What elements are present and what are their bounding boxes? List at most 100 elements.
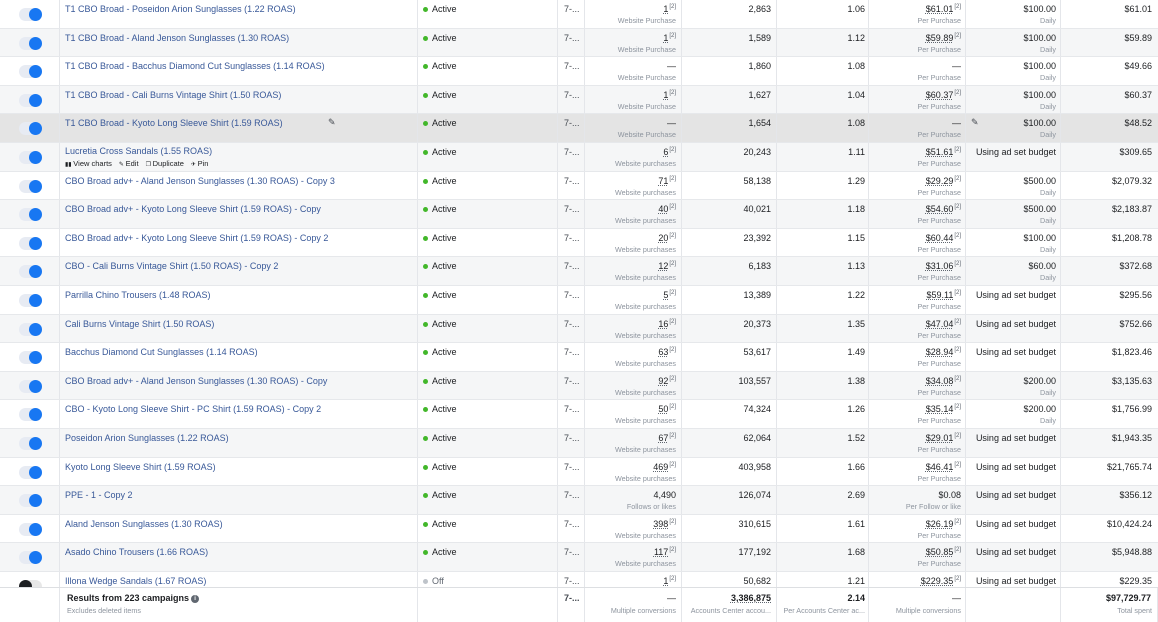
campaign-row[interactable]: CBO - Cali Burns Vintage Shirt (1.50 ROA… [0, 257, 1158, 286]
campaign-name-link[interactable]: CBO Broad adv+ - Kyoto Long Sleeve Shirt… [65, 204, 321, 214]
campaign-row[interactable]: T1 CBO Broad - Bacchus Diamond Cut Sungl… [0, 57, 1158, 86]
cost-value[interactable]: $60.44 [926, 233, 954, 243]
cost-value[interactable]: $51.61 [926, 147, 954, 157]
campaign-toggle[interactable] [19, 151, 42, 164]
campaign-name-link[interactable]: CBO Broad adv+ - Kyoto Long Sleeve Shirt… [65, 233, 328, 243]
campaign-name-link[interactable]: T1 CBO Broad - Poseidon Arion Sunglasses… [65, 4, 296, 14]
campaign-row[interactable]: Kyoto Long Sleeve Shirt (1.59 ROAS) Activ… [0, 457, 1158, 487]
budget-value[interactable]: $100.00 [1023, 90, 1056, 100]
results-value[interactable]: 398 [653, 519, 668, 529]
campaign-name-link[interactable]: Aland Jenson Sunglasses (1.30 ROAS) [65, 519, 223, 529]
campaign-toggle[interactable] [19, 93, 42, 107]
campaign-toggle[interactable] [19, 294, 42, 307]
cost-value[interactable]: $59.11 [926, 290, 953, 300]
campaign-name-link[interactable]: Illona Wedge Sandals (1.67 ROAS) [65, 576, 206, 586]
campaign-toggle[interactable] [19, 179, 42, 193]
campaign-row[interactable]: Parrilla Chino Trousers (1.48 ROAS) Activ… [0, 286, 1158, 315]
results-value[interactable]: 12 [658, 261, 668, 271]
campaign-toggle[interactable] [19, 408, 42, 422]
campaign-row[interactable]: CBO Broad adv+ - Aland Jenson Sunglasses… [0, 171, 1158, 201]
campaign-name-link[interactable]: T1 CBO Broad - Bacchus Diamond Cut Sungl… [65, 61, 325, 71]
campaign-toggle[interactable] [19, 122, 42, 136]
cost-value[interactable]: $28.94 [926, 347, 954, 357]
campaign-name-link[interactable]: T1 CBO Broad - Kyoto Long Sleeve Shirt (… [65, 118, 283, 128]
campaign-toggle[interactable] [19, 437, 42, 450]
campaign-toggle[interactable] [19, 522, 42, 536]
campaign-name-link[interactable]: Asado Chino Trousers (1.66 ROAS) [65, 547, 208, 557]
results-value[interactable]: 6 [663, 147, 668, 157]
results-value[interactable]: 1 [663, 4, 668, 14]
campaign-toggle[interactable] [19, 65, 42, 79]
campaign-row[interactable]: Aland Jenson Sunglasses (1.30 ROAS) Activ… [0, 514, 1158, 544]
campaign-row[interactable]: CBO Broad adv+ - Kyoto Long Sleeve Shirt… [0, 228, 1158, 258]
campaign-name-link[interactable]: CBO Broad adv+ - Aland Jenson Sunglasses… [65, 376, 327, 386]
campaign-name-link[interactable]: Lucretia Cross Sandals (1.55 ROAS) [65, 146, 212, 156]
cost-value[interactable]: $61.01 [926, 4, 954, 14]
campaign-toggle[interactable] [19, 551, 42, 565]
results-value[interactable]: 20 [658, 233, 668, 243]
cost-value[interactable]: $34.08 [926, 376, 954, 386]
campaign-toggle[interactable] [19, 8, 42, 21]
campaign-name-link[interactable]: CBO - Kyoto Long Sleeve Shirt - PC Shirt… [65, 404, 321, 414]
campaign-row[interactable]: CBO Broad adv+ - Aland Jenson Sunglasses… [0, 371, 1158, 401]
view-charts-action[interactable]: ▮▮ View charts [65, 159, 112, 168]
campaign-row[interactable]: CBO - Kyoto Long Sleeve Shirt - PC Shirt… [0, 400, 1158, 429]
budget-value[interactable]: $60.00 [1028, 261, 1056, 271]
campaign-toggle[interactable] [19, 465, 42, 479]
cost-value[interactable]: $47.04 [926, 319, 954, 329]
cost-value[interactable]: $46.41 [926, 462, 954, 472]
campaign-row[interactable]: Bacchus Diamond Cut Sunglasses (1.14 ROA… [0, 343, 1158, 372]
cost-value[interactable]: $59.89 [926, 33, 954, 43]
results-value[interactable]: 1 [663, 90, 668, 100]
campaign-row[interactable]: T1 CBO Broad - Poseidon Arion Sunglasses… [0, 0, 1158, 29]
campaign-name-link[interactable]: T1 CBO Broad - Aland Jenson Sunglasses (… [65, 33, 289, 43]
results-value[interactable]: 67 [658, 433, 668, 443]
campaign-name-link[interactable]: Cali Burns Vintage Shirt (1.50 ROAS) [65, 319, 214, 329]
duplicate-action[interactable]: ❐ Duplicate [146, 159, 184, 168]
budget-value[interactable]: $100.00 [1023, 233, 1056, 243]
results-value[interactable]: 1 [663, 576, 668, 586]
campaign-toggle[interactable] [19, 208, 42, 222]
campaign-row[interactable]: CBO Broad adv+ - Kyoto Long Sleeve Shirt… [0, 200, 1158, 229]
campaign-toggle[interactable] [19, 351, 42, 365]
results-value[interactable]: 40 [658, 204, 668, 214]
results-value[interactable]: 16 [658, 319, 668, 329]
cost-value[interactable]: $54.60 [926, 204, 954, 214]
cost-value[interactable]: $50.85 [926, 547, 954, 557]
cost-value[interactable]: $60.37 [926, 90, 954, 100]
results-value[interactable]: 1 [663, 33, 668, 43]
edit-action[interactable]: ✎ Edit [119, 159, 139, 168]
campaign-name-link[interactable]: Parrilla Chino Trousers (1.48 ROAS) [65, 290, 211, 300]
results-value[interactable]: 5 [663, 290, 668, 300]
campaign-row[interactable]: T1 CBO Broad - Aland Jenson Sunglasses (… [0, 28, 1158, 58]
campaign-row[interactable]: Lucretia Cross Sandals (1.55 ROAS) ▮▮ Vie… [0, 143, 1158, 172]
budget-value[interactable]: $500.00 [1023, 176, 1056, 186]
budget-value[interactable]: $500.00 [1023, 204, 1056, 214]
campaign-toggle[interactable] [19, 36, 42, 50]
budget-value[interactable]: $100.00 [1023, 4, 1056, 14]
campaign-row[interactable]: PPE - 1 - Copy 2 Active 7-... 4,490 Follows … [0, 486, 1158, 515]
cost-value[interactable]: $29.01 [926, 433, 954, 443]
budget-value[interactable]: $200.00 [1023, 376, 1056, 386]
campaign-name-link[interactable]: CBO Broad adv+ - Aland Jenson Sunglasses… [65, 176, 335, 186]
results-value[interactable]: 469 [653, 462, 668, 472]
results-value[interactable]: 71 [658, 176, 668, 186]
campaign-name-link[interactable]: Poseidon Arion Sunglasses (1.22 ROAS) [65, 433, 229, 443]
campaign-toggle[interactable] [19, 322, 42, 336]
info-icon[interactable]: i [191, 594, 200, 603]
results-value[interactable]: 63 [658, 347, 668, 357]
edit-name-icon[interactable]: ✎ [328, 117, 336, 128]
campaign-name-link[interactable]: Bacchus Diamond Cut Sunglasses (1.14 ROA… [65, 347, 258, 357]
campaign-name-link[interactable]: Kyoto Long Sleeve Shirt (1.59 ROAS) [65, 462, 216, 472]
campaign-row[interactable]: Poseidon Arion Sunglasses (1.22 ROAS) Act… [0, 429, 1158, 458]
results-value[interactable]: 50 [658, 404, 668, 414]
budget-value[interactable]: $200.00 [1023, 404, 1056, 414]
campaign-row[interactable]: Asado Chino Trousers (1.66 ROAS) Active 7-… [0, 543, 1158, 572]
campaign-toggle[interactable] [19, 265, 42, 279]
edit-budget-icon[interactable]: ✎ [971, 117, 979, 128]
pin-action[interactable]: ✈ Pin [191, 159, 209, 168]
results-value[interactable]: 117 [654, 547, 668, 557]
campaign-row[interactable]: T1 CBO Broad - Kyoto Long Sleeve Shirt (… [0, 114, 1158, 143]
campaign-row[interactable]: T1 CBO Broad - Cali Burns Vintage Shirt … [0, 85, 1158, 115]
cost-value[interactable]: $229.35 [921, 576, 954, 586]
